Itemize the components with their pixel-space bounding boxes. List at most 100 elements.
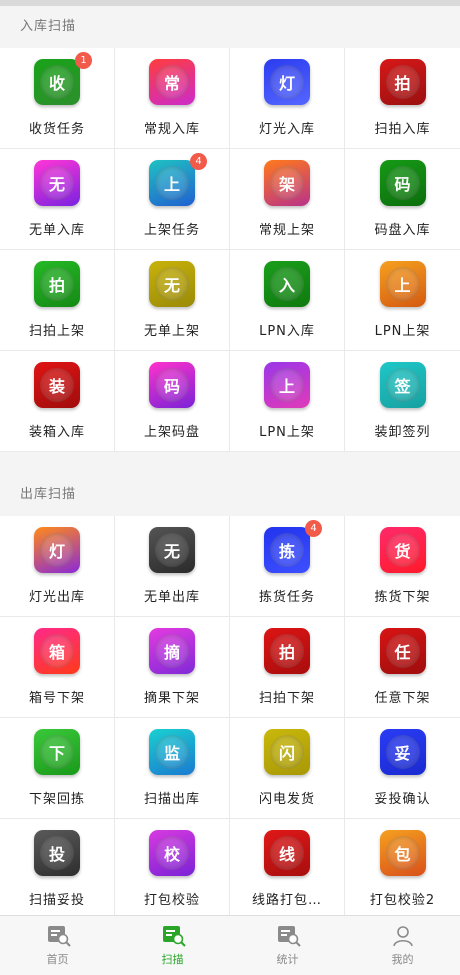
menu-item-icon: 上4 <box>149 153 207 206</box>
menu-item-label: 扫拍上架 <box>28 324 85 339</box>
menu-item-icon: 上 <box>264 362 310 408</box>
menu-item-label: 扫描出库 <box>143 792 200 807</box>
menu-item[interactable]: 签装卸签列 <box>345 351 460 452</box>
menu-item[interactable]: 码码盘入库 <box>345 149 460 250</box>
menu-item[interactable]: 无无单入库 <box>0 149 115 250</box>
menu-item-label: 装卸签列 <box>374 425 431 440</box>
menu-item-glyph: 码 <box>155 368 189 402</box>
menu-item[interactable]: 货拣货下架 <box>345 516 460 617</box>
menu-item-icon: 灯 <box>34 527 80 573</box>
menu-item-glyph: 无 <box>155 267 189 301</box>
menu-item[interactable]: 架常规上架 <box>230 149 345 250</box>
menu-item[interactable]: 灯灯光入库 <box>230 48 345 149</box>
menu-item[interactable]: 线线路打包… <box>230 819 345 920</box>
menu-item[interactable]: 无无单出库 <box>115 516 230 617</box>
tab-label: 首页 <box>46 952 69 966</box>
menu-item-glyph: 上 <box>270 368 304 402</box>
menu-item-icon: 线 <box>264 830 310 876</box>
menu-item-icon: 拣4 <box>264 520 322 573</box>
menu-item-label: 扫拍入库 <box>374 122 431 137</box>
menu-item[interactable]: 上 LPN上架 <box>345 250 460 351</box>
tab-mine[interactable]: 我的 <box>345 916 460 975</box>
notification-badge: 4 <box>190 153 207 170</box>
menu-item[interactable]: 上 4 上架任务 <box>115 149 230 250</box>
menu-item[interactable]: 无无单上架 <box>115 250 230 351</box>
menu-item-glyph: 拍 <box>40 267 74 301</box>
menu-item-icon: 下 <box>34 729 80 775</box>
menu-item[interactable]: 投扫描妥投 <box>0 819 115 920</box>
menu-item-label: 拣货下架 <box>374 590 431 605</box>
menu-item-icon: 码 <box>149 362 195 408</box>
stats-doc-search-icon <box>277 925 301 947</box>
scan-menu-content: 入库扫描 收 1 收货任务常常规入库灯灯光入库拍扫拍入库无无单入库上 4 上架任务架常规… <box>0 6 460 920</box>
menu-item-icon: 箱 <box>34 628 80 674</box>
menu-item[interactable]: 收 1 收货任务 <box>0 48 115 149</box>
section-inbound-title: 入库扫描 <box>0 6 460 48</box>
menu-item-glyph: 摘 <box>155 634 189 668</box>
menu-item-icon: 装 <box>34 362 80 408</box>
tab-label: 扫描 <box>161 952 184 966</box>
menu-item-glyph: 校 <box>155 836 189 870</box>
notification-badge: 4 <box>305 520 322 537</box>
menu-item-icon: 投 <box>34 830 80 876</box>
menu-item[interactable]: 闪闪电发货 <box>230 718 345 819</box>
menu-item-icon: 包 <box>379 830 426 876</box>
menu-item-glyph: 包 <box>385 836 420 870</box>
menu-item[interactable]: 上 LPN上架 <box>230 351 345 452</box>
menu-item-label: LPN入库 <box>259 324 315 339</box>
menu-item[interactable]: 常常规入库 <box>115 48 230 149</box>
menu-item-label: 上架任务 <box>143 223 200 238</box>
menu-item-icon: 签 <box>379 362 426 408</box>
menu-item-glyph: 拍 <box>385 65 420 99</box>
menu-item[interactable]: 监扫描出库 <box>115 718 230 819</box>
menu-item-icon: 闪 <box>264 729 310 775</box>
menu-item[interactable]: 拍扫拍上架 <box>0 250 115 351</box>
section-divider <box>0 452 460 474</box>
menu-item[interactable]: 包打包校验2 <box>345 819 460 920</box>
menu-item-icon: 无 <box>149 261 195 307</box>
menu-item-icon: 架 <box>264 160 310 206</box>
scan-doc-search-icon <box>162 925 186 947</box>
menu-item[interactable]: 摘摘果下架 <box>115 617 230 718</box>
menu-item[interactable]: 校打包校验 <box>115 819 230 920</box>
tab-label: 我的 <box>391 952 414 966</box>
menu-item[interactable]: 拍扫拍入库 <box>345 48 460 149</box>
menu-item-label: 下架回拣 <box>28 792 85 807</box>
menu-item-label: 灯光出库 <box>28 590 85 605</box>
tab-stats[interactable]: 统计 <box>230 916 345 975</box>
menu-item[interactable]: 装装箱入库 <box>0 351 115 452</box>
menu-item-label: 灯光入库 <box>258 122 315 137</box>
menu-item[interactable]: 码上架码盘 <box>115 351 230 452</box>
menu-item-icon: 灯 <box>264 59 310 105</box>
menu-item-icon: 货 <box>379 527 426 573</box>
menu-item-glyph: 无 <box>155 533 189 567</box>
tab-scan[interactable]: 扫描 <box>115 916 230 975</box>
menu-item-glyph: 下 <box>40 735 74 769</box>
menu-item[interactable]: 灯灯光出库 <box>0 516 115 617</box>
menu-item[interactable]: 拍扫拍下架 <box>230 617 345 718</box>
menu-item[interactable]: 下下架回拣 <box>0 718 115 819</box>
menu-item[interactable]: 任任意下架 <box>345 617 460 718</box>
menu-item[interactable]: 拣 4 拣货任务 <box>230 516 345 617</box>
menu-item[interactable]: 妥妥投确认 <box>345 718 460 819</box>
menu-item-icon: 入 <box>264 261 310 307</box>
menu-item-icon: 拍 <box>264 628 310 674</box>
menu-item[interactable]: 入 LPN入库 <box>230 250 345 351</box>
menu-item-icon: 任 <box>379 628 426 674</box>
menu-item-label: 扫拍下架 <box>258 691 315 706</box>
menu-item-icon: 摘 <box>149 628 195 674</box>
menu-item-glyph: 装 <box>40 368 74 402</box>
section-inbound-grid: 收 1 收货任务常常规入库灯灯光入库拍扫拍入库无无单入库上 4 上架任务架常规上架码码盘… <box>0 48 460 452</box>
menu-item[interactable]: 箱箱号下架 <box>0 617 115 718</box>
menu-item-glyph: 任 <box>385 634 420 668</box>
menu-item-label: 常规入库 <box>143 122 200 137</box>
menu-item-label: 无单出库 <box>143 590 200 605</box>
menu-item-glyph: 常 <box>155 65 189 99</box>
menu-item-glyph: 上 <box>385 267 420 301</box>
tab-home[interactable]: 首页 <box>0 916 115 975</box>
menu-item-glyph: 货 <box>385 533 420 567</box>
menu-item-glyph: 无 <box>40 166 74 200</box>
menu-item-label: 打包校验2 <box>369 893 436 908</box>
home-doc-search-icon <box>47 925 71 947</box>
menu-item-icon: 拍 <box>34 261 80 307</box>
